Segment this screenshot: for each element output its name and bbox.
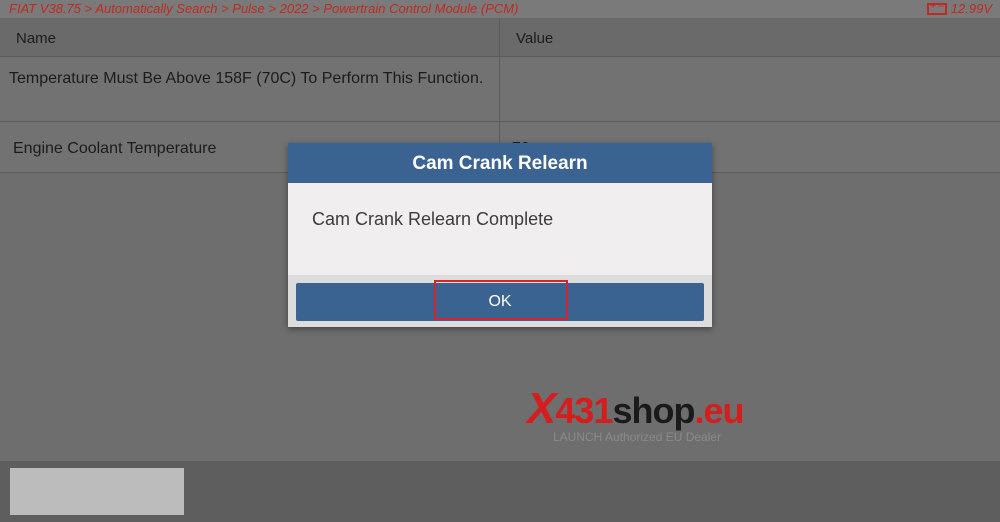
watermark-wordmark: X431shop.eu (527, 384, 744, 434)
table-row[interactable]: Temperature Must Be Above 158F (70C) To … (0, 57, 1000, 122)
bottom-bar (0, 461, 1000, 522)
watermark-word: shop (612, 390, 695, 431)
battery-icon (926, 0, 947, 15)
breadcrumb: FIAT V38.75 > Automatically Search > Pul… (9, 1, 519, 16)
watermark-domain: .eu (694, 390, 744, 431)
row-value-cell (500, 57, 1000, 121)
battery-status: 12.99V (926, 0, 992, 16)
row-name-cell: Temperature Must Be Above 158F (70C) To … (0, 57, 500, 121)
watermark-number: 431 (555, 390, 613, 431)
dialog-message: Cam Crank Relearn Complete (312, 209, 554, 229)
watermark-logo: X431shop.eu LAUNCH Authorized EU Dealer (527, 384, 744, 444)
bottom-action-button[interactable] (10, 468, 184, 515)
dialog-title: Cam Crank Relearn (288, 143, 712, 183)
voltage-readout: 12.99V (950, 1, 992, 16)
watermark-tagline: LAUNCH Authorized EU Dealer (553, 430, 722, 444)
table-header-row: Name Value (0, 18, 1000, 57)
column-header-value: Value (516, 30, 554, 47)
relearn-dialog: Cam Crank Relearn Cam Crank Relearn Comp… (288, 143, 712, 327)
watermark-x: X (527, 384, 556, 433)
top-status-bar: FIAT V38.75 > Automatically Search > Pul… (0, 0, 1000, 18)
ok-button-highlight (434, 280, 568, 320)
column-header-name: Name (0, 18, 500, 56)
